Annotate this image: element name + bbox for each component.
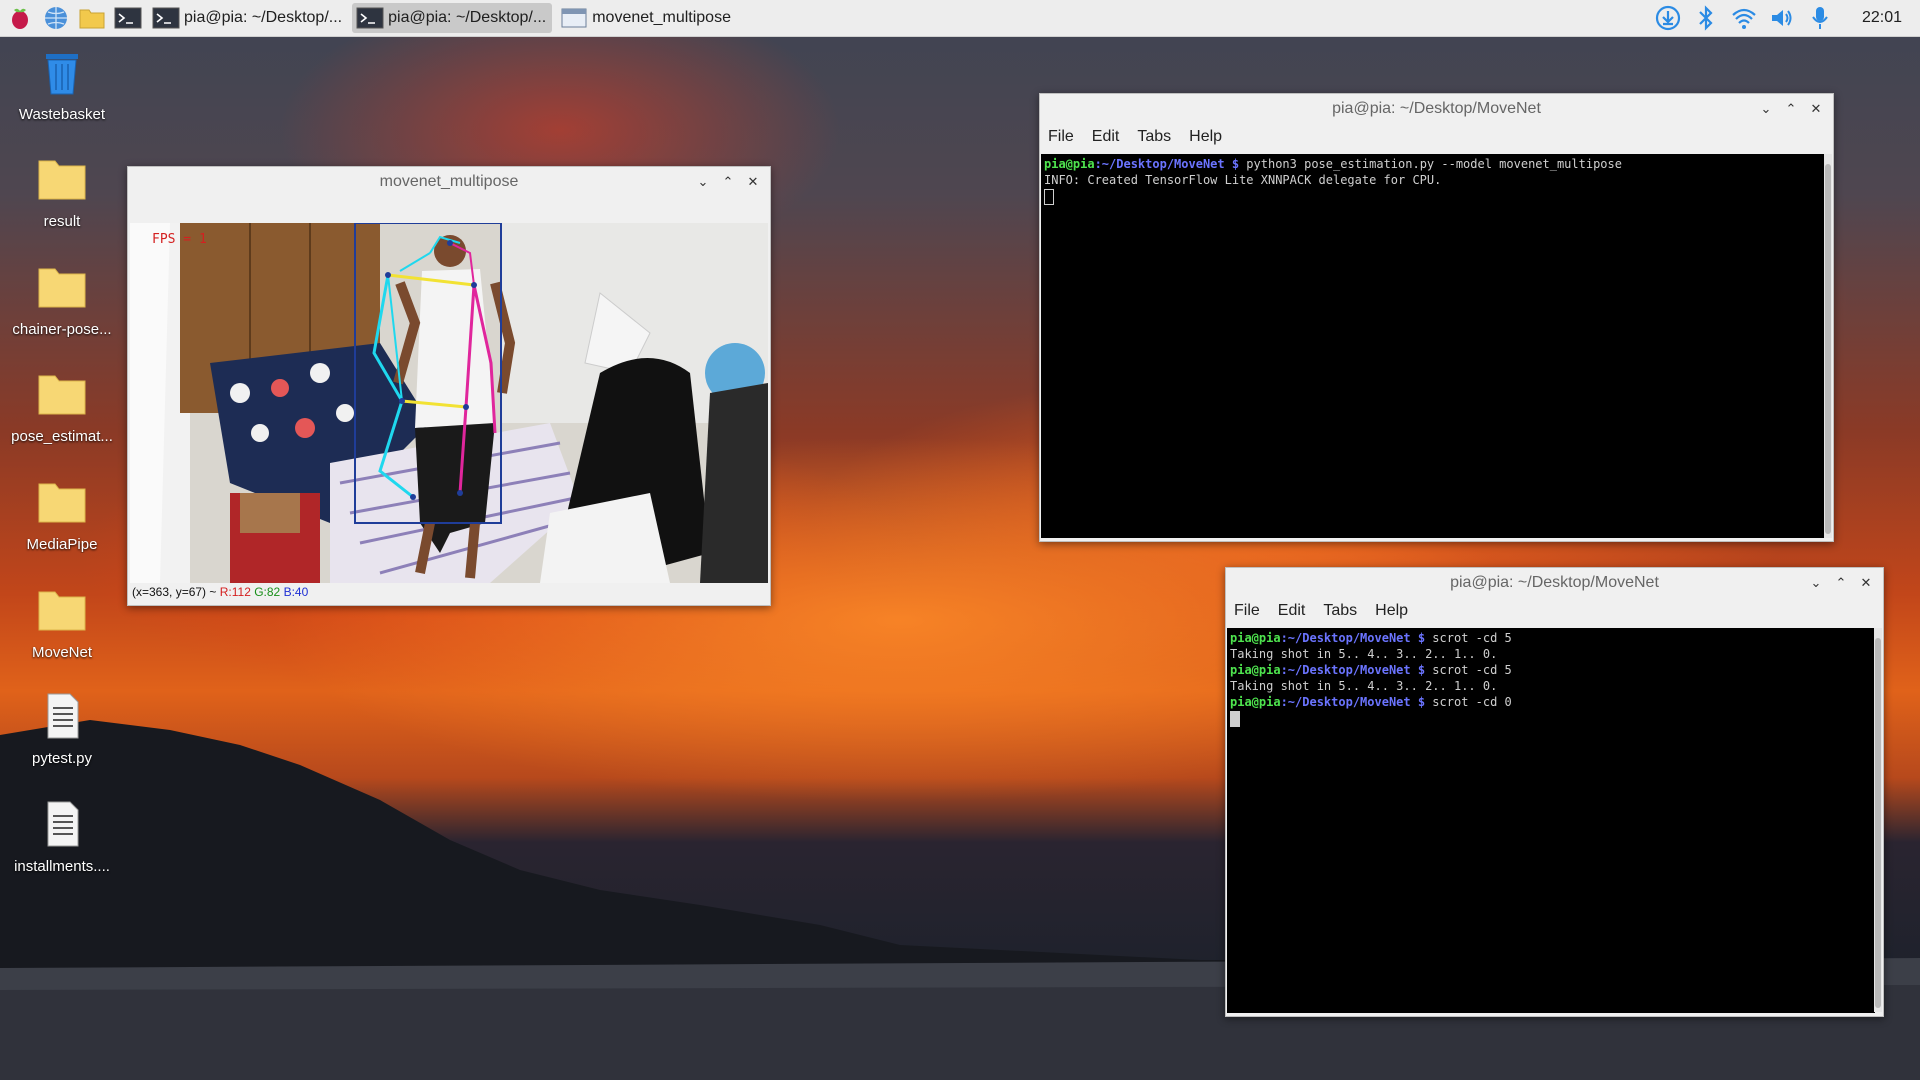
terminal-line: Taking shot in 5.. 4.. 3.. 2.. 1.. 0. xyxy=(1230,647,1498,661)
desktop-icon-wastebasket[interactable]: Wastebasket xyxy=(6,48,118,123)
red-value: R:112 xyxy=(219,585,251,599)
file-manager-icon[interactable] xyxy=(76,3,108,33)
menu-tabs[interactable]: Tabs xyxy=(1323,602,1357,620)
window-titlebar[interactable]: pia@pia: ~/Desktop/MoveNet ⌄ ⌃ ✕ xyxy=(1226,568,1883,598)
terminal-line: pia@pia:~/Desktop/MoveNet $ python3 pose… xyxy=(1044,157,1622,171)
desktop-icon-pytest[interactable]: pytest.py xyxy=(6,692,118,767)
menu-help[interactable]: Help xyxy=(1375,602,1408,620)
desktop-icon-label: MediaPipe xyxy=(26,536,98,553)
folder-icon xyxy=(38,375,86,415)
trash-icon xyxy=(46,54,78,95)
terminal-line: pia@pia:~/Desktop/MoveNet $ scrot -cd 5 xyxy=(1230,631,1512,645)
camera-feed: FPS = 1 xyxy=(130,223,768,583)
desktop-icon-label: pytest.py xyxy=(31,750,93,767)
task-movenet-window[interactable]: movenet_multipose xyxy=(556,3,737,33)
folder-icon xyxy=(38,591,86,631)
maximize-icon[interactable]: ⌃ xyxy=(717,171,739,193)
close-icon[interactable]: ✕ xyxy=(1805,98,1827,120)
microphone-icon[interactable] xyxy=(1806,4,1834,32)
window-titlebar[interactable]: movenet_multipose ⌄ ⌃ ✕ xyxy=(128,167,770,197)
window-title: pia@pia: ~/Desktop/MoveNet xyxy=(1450,574,1659,591)
desktop-icon-mediapipe[interactable]: MediaPipe xyxy=(6,478,118,553)
terminal-line: Taking shot in 5.. 4.. 3.. 2.. 1.. 0. xyxy=(1230,679,1498,693)
window-icon xyxy=(561,8,587,28)
window-title: movenet_multipose xyxy=(379,173,519,190)
movenet-window: movenet_multipose ⌄ ⌃ ✕ FPS = 1 (x=363, … xyxy=(127,166,771,606)
close-icon[interactable]: ✕ xyxy=(742,171,764,193)
menubar: File Edit Tabs Help xyxy=(1040,124,1833,150)
terminal-cursor xyxy=(1230,710,1872,727)
volume-icon[interactable] xyxy=(1768,4,1796,32)
scrollbar[interactable] xyxy=(1824,154,1832,538)
menu-help[interactable]: Help xyxy=(1189,128,1222,146)
menu-edit[interactable]: Edit xyxy=(1092,128,1120,146)
folder-icon xyxy=(38,268,86,308)
terminal-icon xyxy=(356,7,384,29)
raspberry-menu-icon[interactable] xyxy=(4,3,36,33)
desktop-icon-label: chainer-pose... xyxy=(12,321,112,338)
cursor-coords: (x=363, y=67) ~ xyxy=(132,585,217,599)
text-file-icon xyxy=(47,801,79,847)
folder-icon xyxy=(38,160,86,200)
terminal-window-2: pia@pia: ~/Desktop/MoveNet ⌄ ⌃ ✕ File Ed… xyxy=(1225,567,1884,1017)
fps-overlay: FPS = 1 xyxy=(152,232,207,247)
download-icon[interactable] xyxy=(1654,4,1682,32)
desktop-icon-label: Wastebasket xyxy=(18,106,106,123)
pixel-status-line: (x=363, y=67) ~ R:112 G:82 B:40 xyxy=(132,585,308,599)
folder-icon xyxy=(38,483,86,523)
desktop-icon-pose-estimation[interactable]: pose_estimat... xyxy=(6,370,118,445)
clock[interactable]: 22:01 xyxy=(1862,9,1902,27)
desktop-icon-result[interactable]: result xyxy=(6,155,118,230)
menu-edit[interactable]: Edit xyxy=(1278,602,1306,620)
terminal-line: INFO: Created TensorFlow Lite XNNPACK de… xyxy=(1044,173,1442,187)
browser-icon[interactable] xyxy=(40,3,72,33)
terminal-line: pia@pia:~/Desktop/MoveNet $ scrot -cd 5 xyxy=(1230,663,1512,677)
taskbar: pia@pia: ~/Desktop/... pia@pia: ~/Deskto… xyxy=(0,0,1920,37)
window-titlebar[interactable]: pia@pia: ~/Desktop/MoveNet ⌄ ⌃ ✕ xyxy=(1040,94,1833,124)
scrollbar[interactable] xyxy=(1874,628,1882,1012)
desktop-icon-label: result xyxy=(43,213,81,230)
desktop-icon-chainer-pose[interactable]: chainer-pose... xyxy=(6,263,118,338)
window-title: pia@pia: ~/Desktop/MoveNet xyxy=(1332,100,1541,117)
menu-file[interactable]: File xyxy=(1048,128,1074,146)
close-icon[interactable]: ✕ xyxy=(1855,572,1877,594)
menu-tabs[interactable]: Tabs xyxy=(1137,128,1171,146)
desktop-icon-label: pose_estimat... xyxy=(11,428,113,445)
desktop-icon-movenet[interactable]: MoveNet xyxy=(6,586,118,661)
minimize-icon[interactable]: ⌄ xyxy=(1755,98,1777,120)
terminal-icon[interactable] xyxy=(112,3,144,33)
menubar: File Edit Tabs Help xyxy=(1226,598,1883,624)
task-terminal-1[interactable]: pia@pia: ~/Desktop/... xyxy=(148,3,348,33)
terminal-cursor xyxy=(1044,188,1822,205)
bluetooth-icon[interactable] xyxy=(1692,4,1720,32)
desktop-icon-installments[interactable]: installments.... xyxy=(6,800,118,875)
menu-file[interactable]: File xyxy=(1234,602,1260,620)
task-label: movenet_multipose xyxy=(592,9,731,26)
desktop-icon-label: installments.... xyxy=(14,858,110,875)
minimize-icon[interactable]: ⌄ xyxy=(1805,572,1827,594)
wifi-icon[interactable] xyxy=(1730,4,1758,32)
blue-value: B:40 xyxy=(283,585,309,599)
maximize-icon[interactable]: ⌃ xyxy=(1780,98,1802,120)
terminal-output[interactable]: pia@pia:~/Desktop/MoveNet $ scrot -cd 5 T… xyxy=(1227,628,1875,1013)
text-file-icon xyxy=(47,693,79,739)
green-value: G:82 xyxy=(254,585,281,599)
minimize-icon[interactable]: ⌄ xyxy=(692,171,714,193)
desktop-icon-label: MoveNet xyxy=(31,644,93,661)
terminal-line: pia@pia:~/Desktop/MoveNet $ scrot -cd 0 xyxy=(1230,695,1512,709)
terminal-window-1: pia@pia: ~/Desktop/MoveNet ⌄ ⌃ ✕ File Ed… xyxy=(1039,93,1834,542)
maximize-icon[interactable]: ⌃ xyxy=(1830,572,1852,594)
terminal-icon xyxy=(152,7,180,29)
task-label: pia@pia: ~/Desktop/... xyxy=(184,9,343,26)
task-label: pia@pia: ~/Desktop/... xyxy=(388,9,547,26)
terminal-output[interactable]: pia@pia:~/Desktop/MoveNet $ python3 pose… xyxy=(1041,154,1825,538)
task-terminal-2[interactable]: pia@pia: ~/Desktop/... xyxy=(352,3,553,33)
system-tray: 22:01 xyxy=(1654,0,1920,36)
